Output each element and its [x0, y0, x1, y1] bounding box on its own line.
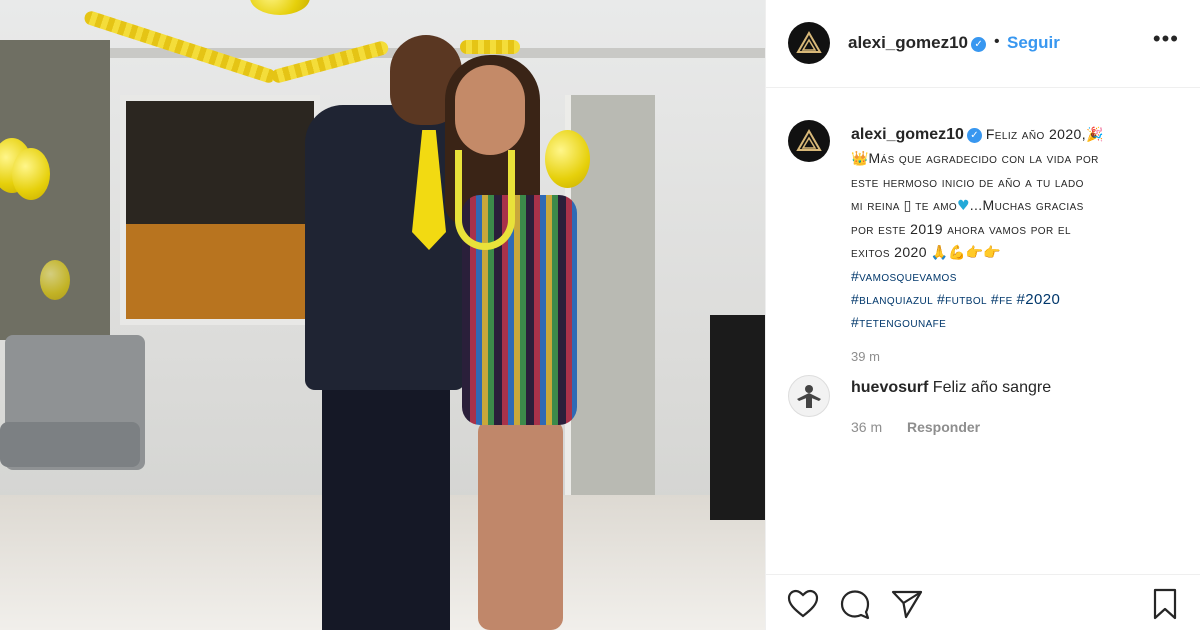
comment-text: Feliz año sangre	[932, 379, 1052, 396]
header-username[interactable]: alexi_gomez10 ✓	[848, 33, 987, 53]
post-caption: alexi_gomez10 ✓ Feliz año 2020,🎉 👑Más que…	[851, 123, 1181, 334]
caption-timestamp[interactable]: 39 m	[851, 349, 880, 364]
caption-line: te amo	[915, 197, 958, 213]
background-window	[120, 95, 320, 325]
post-side-panel: alexi_gomez10 ✓ • Seguir ••• alexi_gomez1…	[765, 0, 1200, 630]
caption-avatar[interactable]	[788, 120, 830, 162]
caption-line: Feliz año 2020,	[985, 126, 1086, 142]
hashtag-link[interactable]: #tetengounafe	[851, 314, 946, 330]
verified-badge-icon: ✓	[971, 37, 987, 52]
share-icon[interactable]	[890, 587, 924, 621]
post-header: alexi_gomez10 ✓ • Seguir •••	[766, 0, 1200, 88]
comment-timestamp[interactable]: 36 m	[851, 419, 882, 435]
garland	[270, 39, 390, 85]
hashtag-link[interactable]: #blanquiazul	[851, 291, 933, 307]
man-legs	[322, 380, 450, 630]
pointing-hand-icon: 👉	[983, 245, 1001, 261]
verified-badge-icon: ✓	[966, 128, 982, 143]
hashtag-link[interactable]: #vamosquevamos	[851, 268, 957, 284]
balloon	[12, 148, 50, 200]
praying-hands-icon: 🙏	[930, 245, 949, 261]
action-bar	[766, 574, 1200, 630]
muscle-icon: 💪	[948, 245, 966, 261]
reply-button[interactable]: Responder	[907, 419, 980, 435]
heart-icon[interactable]	[786, 587, 820, 621]
follow-button[interactable]: Seguir	[1007, 33, 1060, 53]
caption-line: ...Muchas gracias	[969, 197, 1084, 213]
hashtag-link[interactable]: #futbol	[937, 291, 987, 307]
username-text[interactable]: alexi_gomez10	[848, 33, 968, 52]
caption-line: este hermoso inicio de año a tu lado	[851, 174, 1084, 190]
balloon	[545, 130, 590, 188]
woman-legs	[478, 420, 563, 630]
man-shirt	[305, 105, 465, 390]
speaker	[710, 315, 765, 520]
separator-dot: •	[994, 33, 1000, 50]
woman-head	[455, 65, 525, 155]
balloon	[40, 260, 70, 300]
profile-avatar[interactable]	[788, 22, 830, 64]
caption-line: por este 2019 ahora vamos por el	[851, 221, 1071, 237]
caption-line: Más que agradecido con la vida por	[868, 150, 1099, 166]
garland	[460, 40, 520, 54]
party-popper-icon: 🎉	[1086, 127, 1104, 143]
comment-author[interactable]: huevosurf	[851, 379, 928, 396]
commenter-avatar[interactable]	[788, 375, 830, 417]
comment: huevosurf Feliz año sangre	[851, 379, 1051, 397]
caption-line: mi reina	[851, 197, 900, 213]
hashtag-link[interactable]: #2020	[1017, 291, 1061, 308]
crown-icon: 👑	[851, 151, 869, 167]
chair-seat	[0, 422, 140, 467]
balloon	[250, 0, 310, 15]
garland	[82, 9, 278, 85]
comment-icon[interactable]	[838, 587, 872, 621]
blue-heart-icon: ♥	[957, 198, 970, 214]
logo-icon	[796, 31, 822, 53]
missing-glyph-icon: ▯	[903, 198, 912, 214]
bookmark-icon[interactable]	[1148, 587, 1182, 621]
hashtag-link[interactable]: #fe	[991, 291, 1013, 307]
post-photo	[0, 0, 765, 630]
more-options-icon[interactable]: •••	[1153, 26, 1179, 52]
caption-author[interactable]: alexi_gomez10	[851, 126, 964, 143]
pointing-hand-icon: 👉	[965, 245, 984, 261]
flower-lei	[455, 150, 515, 250]
caption-line: exitos 2020	[851, 244, 927, 260]
logo-icon	[796, 129, 822, 151]
person-icon	[797, 385, 821, 408]
